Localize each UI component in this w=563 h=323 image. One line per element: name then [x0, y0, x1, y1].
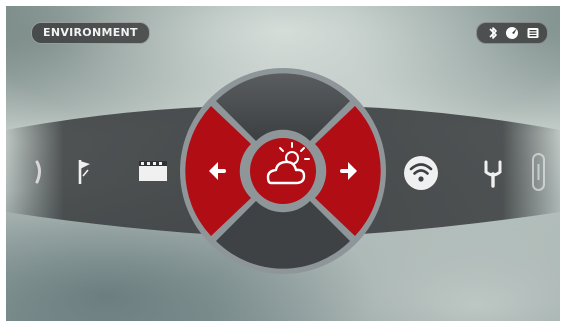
- device-frame: ENVIRONMENT: [0, 0, 563, 323]
- film-icon[interactable]: [139, 161, 167, 181]
- wifi-icon[interactable]: [404, 156, 438, 190]
- menu-carousel: [6, 68, 560, 274]
- viewfinder-screen: ENVIRONMENT: [6, 6, 560, 321]
